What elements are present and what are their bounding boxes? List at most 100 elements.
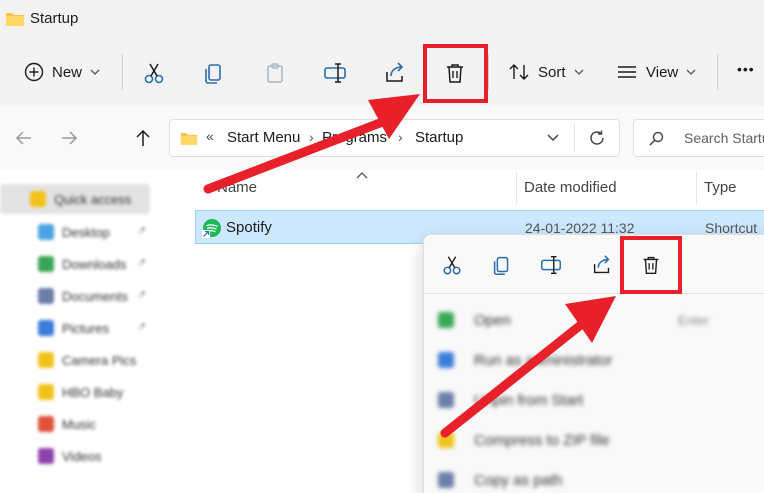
search-placeholder: Search Startup (684, 130, 764, 146)
folder-icon (38, 384, 54, 400)
share-icon[interactable] (590, 253, 614, 277)
plus-circle-icon (24, 62, 44, 82)
breadcrumb-startup[interactable]: Startup (415, 129, 463, 146)
menu-item-icon (438, 312, 454, 328)
refresh-icon[interactable] (588, 129, 606, 147)
menu-item-label: Unpin from Start (474, 391, 584, 409)
rename-icon[interactable] (322, 60, 348, 86)
sidebar-item[interactable]: Downloads (38, 252, 126, 276)
folder-icon (38, 352, 54, 368)
sidebar-item-label: Documents (62, 288, 128, 304)
address-bar[interactable]: « Start Menu › Programs › Startup (169, 119, 620, 157)
sidebar-item[interactable]: Quick access (30, 187, 131, 211)
breadcrumb-separator: › (309, 129, 314, 145)
paste-icon[interactable] (262, 60, 288, 86)
cut-icon[interactable] (440, 253, 464, 277)
more-icon: ••• (737, 61, 755, 77)
back-arrow-icon[interactable] (14, 128, 34, 148)
menu-divider (424, 293, 764, 294)
more-options-button[interactable]: ••• (737, 54, 755, 84)
new-label: New (52, 63, 83, 81)
view-label: View (646, 63, 679, 81)
sidebar-item[interactable]: Videos (38, 444, 102, 468)
toolbar-divider (488, 54, 489, 90)
sidebar-item[interactable]: HBO Baby (38, 380, 123, 404)
menu-item[interactable]: Unpin from Start (438, 385, 758, 415)
overflow-chevron[interactable]: « (206, 128, 214, 144)
toolbar-divider (717, 54, 718, 90)
folder-icon (38, 224, 54, 240)
pin-icon: ↗ (137, 321, 147, 333)
menu-item[interactable]: Open Enter (438, 305, 758, 335)
folder-icon (30, 191, 46, 207)
folder-icon (38, 256, 54, 272)
menu-item-label: Copy as path (474, 471, 563, 489)
view-button[interactable]: View (616, 57, 696, 87)
folder-icon (38, 288, 54, 304)
menu-item[interactable]: Copy as path (438, 465, 758, 493)
navigation-pane: Quick access Desktop ↗ Downloads ↗ Documents ↗… (0, 170, 170, 493)
column-divider (696, 172, 697, 204)
view-icon (618, 66, 636, 78)
sort-caret-icon (356, 172, 368, 179)
menu-item-icon (438, 472, 454, 488)
sidebar-item-label: Music (62, 416, 96, 432)
menu-item-icon (438, 432, 454, 448)
toolbar-divider (122, 54, 123, 90)
sidebar-item[interactable]: Documents (38, 284, 128, 308)
forward-arrow-icon[interactable] (59, 128, 79, 148)
menu-item-label: Open (474, 311, 511, 329)
file-name: Spotify (226, 219, 272, 236)
sidebar-item-label: Downloads (62, 256, 127, 272)
folder-icon (180, 133, 198, 145)
pin-icon: ↗ (137, 289, 147, 301)
menu-item-shortcut: Enter (678, 312, 710, 328)
sidebar-item[interactable]: Pictures (38, 316, 109, 340)
menu-item[interactable]: Compress to ZIP file (438, 425, 758, 455)
sidebar-item[interactable]: Camera Pics (38, 348, 136, 372)
sidebar-item-label: Videos (62, 448, 102, 464)
copy-icon[interactable] (490, 253, 514, 277)
menu-item-icon (438, 392, 454, 408)
new-button[interactable]: New (24, 57, 100, 87)
highlight-box-toolbar-delete (423, 44, 488, 103)
share-icon[interactable] (382, 60, 408, 86)
sidebar-item-label: Quick access (54, 191, 132, 207)
menu-item-icon (438, 352, 454, 368)
pin-icon: ↗ (137, 257, 147, 269)
chevron-down-icon (686, 69, 696, 75)
sidebar-item-label: HBO Baby (62, 384, 124, 400)
column-header-type[interactable]: Type (704, 179, 737, 196)
folder-icon (38, 448, 54, 464)
context-menu: Open Enter Run as administrator Unpin from … (423, 234, 764, 493)
sort-label: Sort (538, 63, 566, 81)
up-arrow-icon[interactable] (133, 128, 153, 148)
breadcrumb-programs[interactable]: Programs (322, 129, 387, 146)
sidebar-item[interactable]: Desktop (38, 220, 110, 244)
menu-item[interactable]: Run as administrator (438, 345, 758, 375)
highlight-box-menu-delete (620, 236, 682, 294)
sidebar-item-label: Camera Pics (62, 352, 137, 368)
chevron-down-icon[interactable] (546, 131, 560, 145)
column-divider (516, 172, 517, 204)
menu-item-label: Run as administrator (474, 351, 613, 369)
folder-icon (38, 320, 54, 336)
sidebar-item[interactable]: Music (38, 412, 96, 436)
sidebar-item-label: Desktop (62, 224, 110, 240)
copy-icon[interactable] (201, 60, 227, 86)
search-input[interactable]: Search Startup (633, 119, 764, 157)
sidebar-item-label: Pictures (62, 320, 109, 336)
menu-item-label: Compress to ZIP file (474, 431, 610, 449)
chevron-down-icon (90, 69, 100, 75)
folder-icon (6, 13, 24, 26)
cut-icon[interactable] (141, 60, 167, 86)
column-header-name[interactable]: Name (217, 179, 257, 196)
address-divider (574, 124, 575, 152)
column-header-date-modified[interactable]: Date modified (524, 179, 617, 196)
sort-icon (509, 64, 529, 80)
title-bar: Startup (0, 0, 764, 40)
pin-icon: ↗ (137, 225, 147, 237)
rename-icon[interactable] (539, 253, 563, 277)
breadcrumb-start-menu[interactable]: Start Menu (227, 129, 300, 146)
sort-button[interactable]: Sort (508, 57, 584, 87)
